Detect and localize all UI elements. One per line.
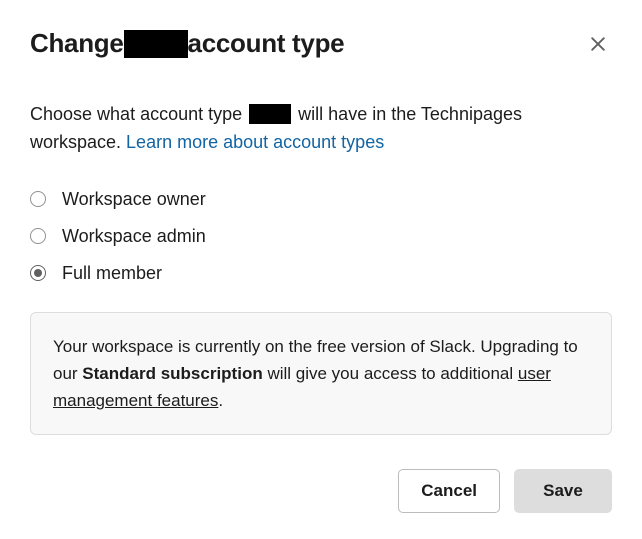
workspace-name: Technipages (421, 104, 522, 124)
info-bold: Standard subscription (82, 364, 262, 383)
desc-suffix-1: will have in the (298, 104, 421, 124)
dialog-title: Change account type (30, 28, 344, 59)
radio-indicator-selected (30, 265, 46, 281)
radio-label-admin: Workspace admin (62, 226, 206, 247)
upgrade-info-box: Your workspace is currently on the free … (30, 312, 612, 436)
radio-label-owner: Workspace owner (62, 189, 206, 210)
desc-suffix-2: workspace. (30, 132, 126, 152)
radio-option-admin[interactable]: Workspace admin (30, 226, 612, 247)
cancel-button[interactable]: Cancel (398, 469, 500, 513)
radio-label-member: Full member (62, 263, 162, 284)
radio-option-owner[interactable]: Workspace owner (30, 189, 612, 210)
radio-indicator (30, 191, 46, 207)
title-suffix: account type (188, 28, 345, 59)
close-icon (588, 34, 608, 54)
account-type-radio-group: Workspace owner Workspace admin Full mem… (30, 189, 612, 284)
learn-more-link[interactable]: Learn more about account types (126, 132, 384, 152)
desc-prefix: Choose what account type (30, 104, 242, 124)
radio-option-member[interactable]: Full member (30, 263, 612, 284)
redacted-name-desc (249, 104, 291, 124)
info-period: . (218, 391, 223, 410)
dialog-footer: Cancel Save (398, 469, 612, 513)
save-button[interactable]: Save (514, 469, 612, 513)
dialog-description: Choose what account type will have in th… (30, 101, 612, 157)
redacted-name-title (124, 30, 188, 58)
close-button[interactable] (584, 30, 612, 58)
title-prefix: Change (30, 28, 124, 59)
radio-indicator (30, 228, 46, 244)
info-text-2: will give you access to additional (263, 364, 518, 383)
